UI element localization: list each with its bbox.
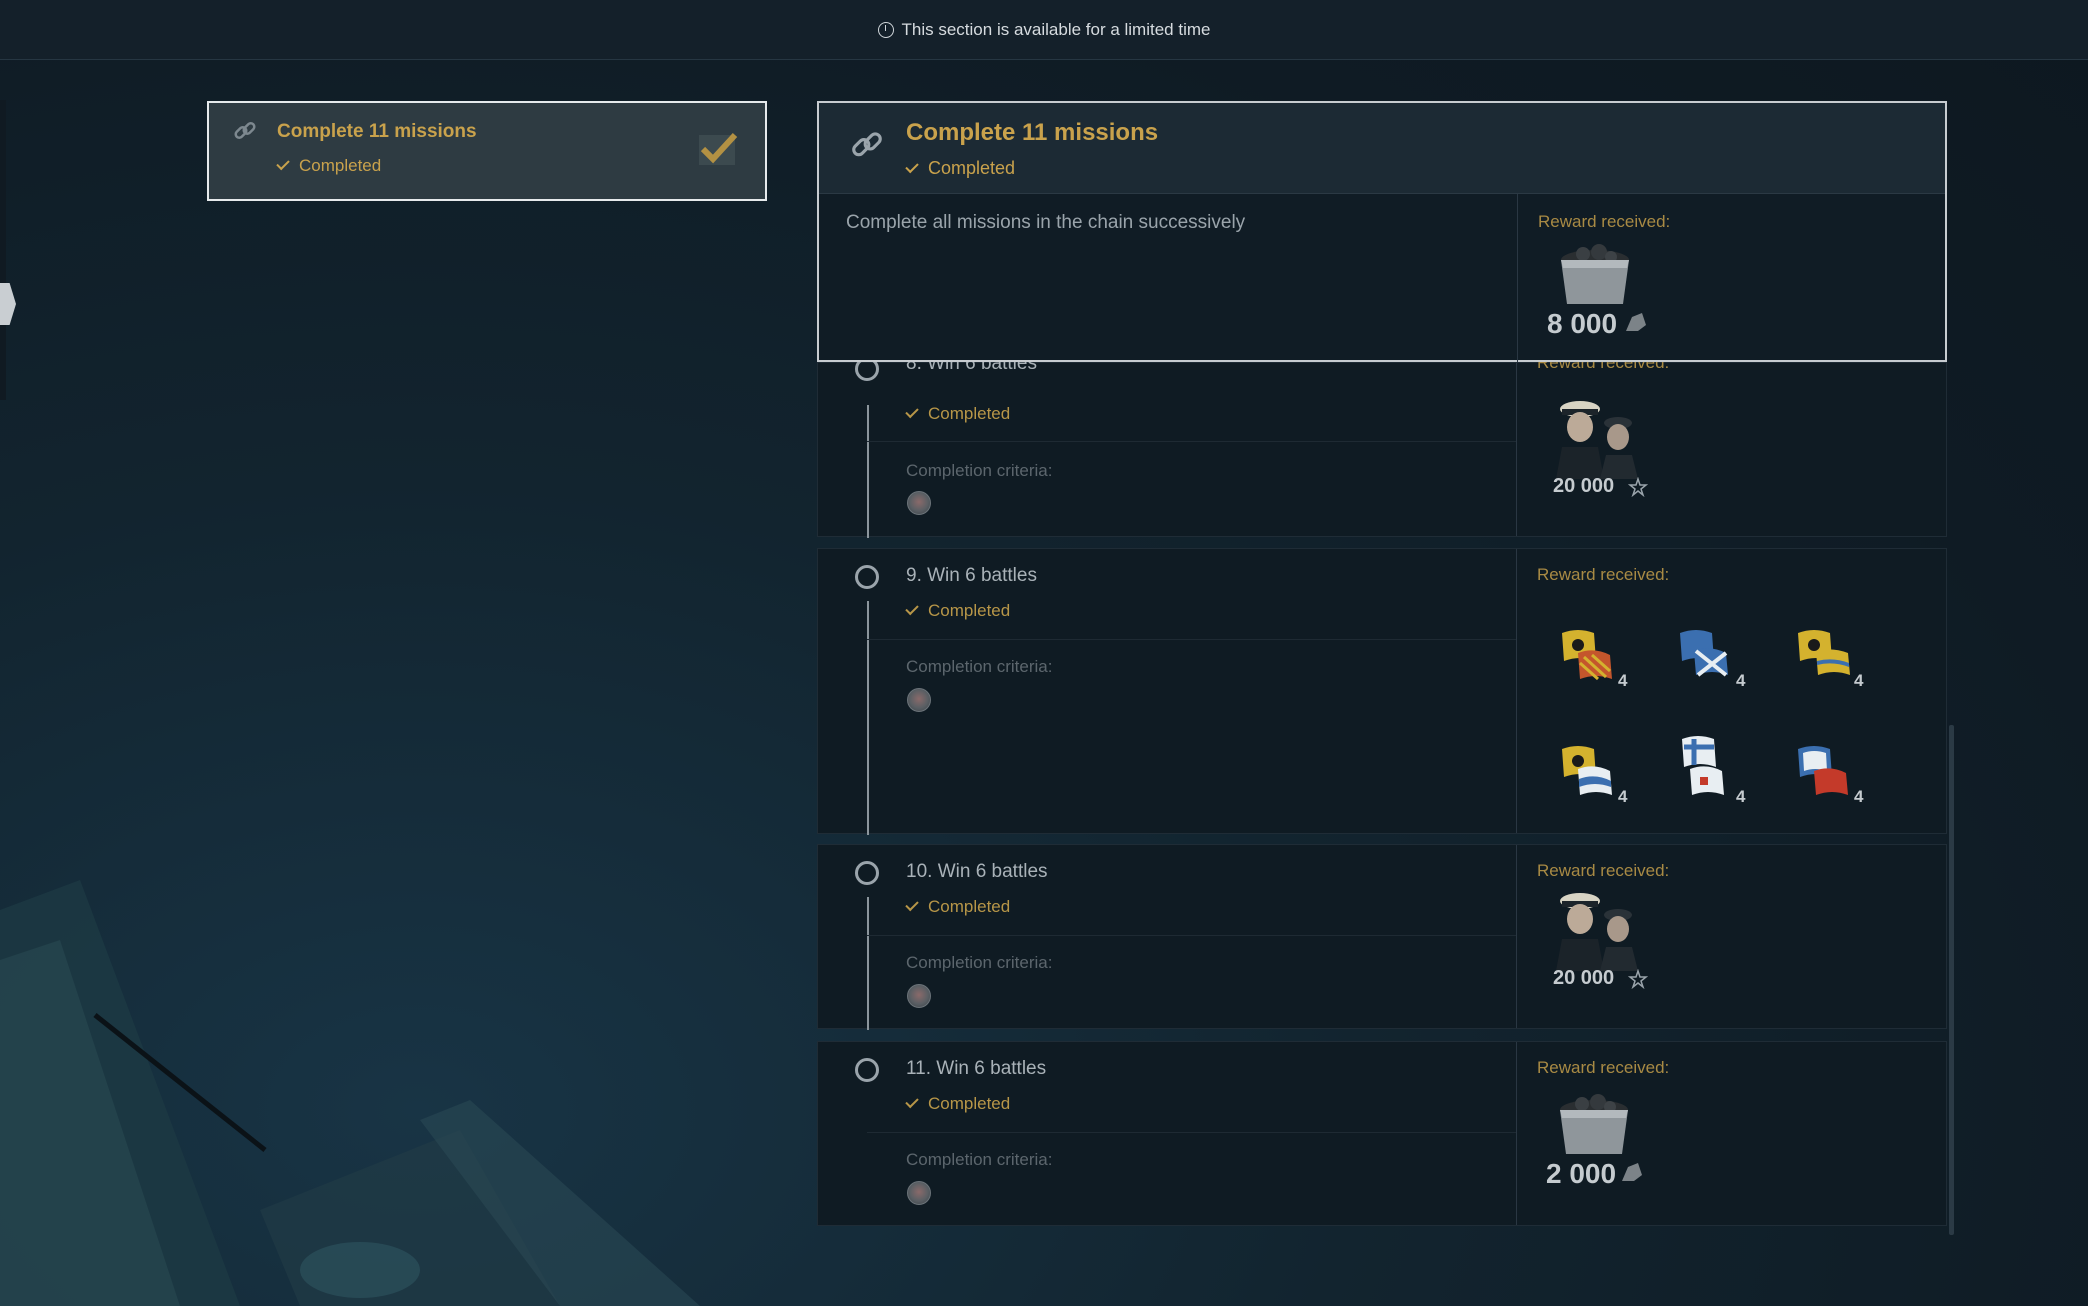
commanders-xp-icon [1556, 893, 1638, 971]
mission-title: 10. Win 6 battles [906, 861, 1048, 882]
mission-details-header: Complete 11 missions Completed Complete … [817, 101, 1947, 362]
xp-star-icon [1627, 477, 1648, 497]
coal-mine-cart-icon [1561, 244, 1629, 304]
mission-title: 9. Win 6 battles [906, 565, 1037, 586]
reward-label: Reward received: [1538, 212, 1671, 231]
link-icon [852, 132, 882, 157]
mission-item[interactable]: 10. Win 6 battles Completed Completion c… [817, 844, 1947, 1030]
reward-label: Reward received: [1537, 861, 1670, 880]
mission-item[interactable]: 8. Win 6 battles Completed Completion cr… [817, 353, 1947, 538]
commanders-xp-icon [1556, 401, 1638, 479]
divider [867, 639, 1516, 640]
reward-amount: 2 000 [1546, 1158, 1617, 1189]
flag-count: 4 [1618, 671, 1628, 690]
mission-status: Completed [905, 404, 1010, 424]
limited-time-text: This section is available for a limited … [901, 19, 1211, 39]
chain-card-title: Complete 11 missions [277, 121, 477, 142]
criteria-icon [907, 1181, 931, 1205]
flag-count: 4 [1854, 787, 1864, 806]
coal-icon [1626, 313, 1646, 331]
flag-count: 4 [1736, 787, 1746, 806]
check-icon [905, 897, 919, 912]
check-icon [905, 601, 919, 616]
chain-connector [867, 405, 869, 538]
check-icon [905, 404, 919, 419]
chain-card-status: Completed [276, 156, 381, 176]
coal-mine-cart-icon [1560, 1094, 1628, 1154]
completion-criteria-label: Completion criteria: [906, 1150, 1053, 1169]
mission-title: 11. Win 6 battles [906, 1058, 1047, 1079]
divider [867, 935, 1516, 936]
coal-icon [1622, 1163, 1642, 1181]
mission-status: Completed [905, 897, 1010, 917]
divider [1516, 845, 1517, 1028]
flag-count: 4 [1736, 671, 1746, 690]
criteria-icon [907, 984, 931, 1008]
reward-label: Reward received: [1537, 1058, 1670, 1077]
reward-amount: 20 000 [1553, 475, 1615, 497]
details-title: Complete 11 missions [906, 119, 1159, 146]
chain-connector [867, 897, 869, 1030]
completion-criteria-label: Completion criteria: [906, 953, 1053, 972]
details-status: Completed [905, 158, 1015, 179]
chain-connector [867, 601, 869, 835]
check-icon [905, 1094, 919, 1109]
completion-criteria-label: Completion criteria: [906, 461, 1053, 480]
mission-status-circle [855, 565, 879, 589]
reward-label: Reward received: [1537, 565, 1670, 584]
reward-amount: 20 000 [1553, 967, 1615, 989]
completion-criteria-label: Completion criteria: [906, 657, 1053, 676]
chain-card[interactable]: Complete 11 missions Completed [207, 101, 767, 201]
reward-amount: 8 000 [1547, 308, 1618, 339]
check-icon [905, 159, 919, 174]
check-badge-icon [699, 132, 738, 165]
check-icon [276, 156, 290, 171]
divider [867, 1132, 1516, 1133]
mission-item[interactable]: 11. Win 6 battles Completed Completion c… [817, 1041, 1947, 1226]
mission-status-circle [855, 861, 879, 885]
mission-item[interactable]: 9. Win 6 battles Completed Completion cr… [817, 548, 1947, 835]
background-illustration [0, 880, 700, 1306]
mission-status-circle [855, 1058, 879, 1082]
divider [867, 441, 1516, 442]
link-icon [234, 121, 256, 140]
criteria-icon [907, 688, 931, 712]
mission-status: Completed [905, 1094, 1010, 1114]
side-nav-arrow[interactable] [0, 283, 16, 325]
xp-star-icon [1627, 969, 1648, 989]
details-description: Complete all missions in the chain succe… [846, 212, 1246, 233]
divider [1516, 549, 1517, 833]
scrollbar[interactable] [1949, 725, 1954, 1235]
divider [1516, 363, 1517, 536]
limited-time-banner: This section is available for a limited … [0, 0, 2088, 60]
divider [1517, 194, 1518, 362]
criteria-icon [907, 491, 931, 515]
divider [1516, 1042, 1517, 1225]
side-strip [0, 100, 6, 400]
flag-count: 4 [1854, 671, 1864, 690]
clock-icon [877, 21, 894, 38]
mission-status: Completed [905, 601, 1010, 621]
flag-count: 4 [1618, 787, 1628, 806]
